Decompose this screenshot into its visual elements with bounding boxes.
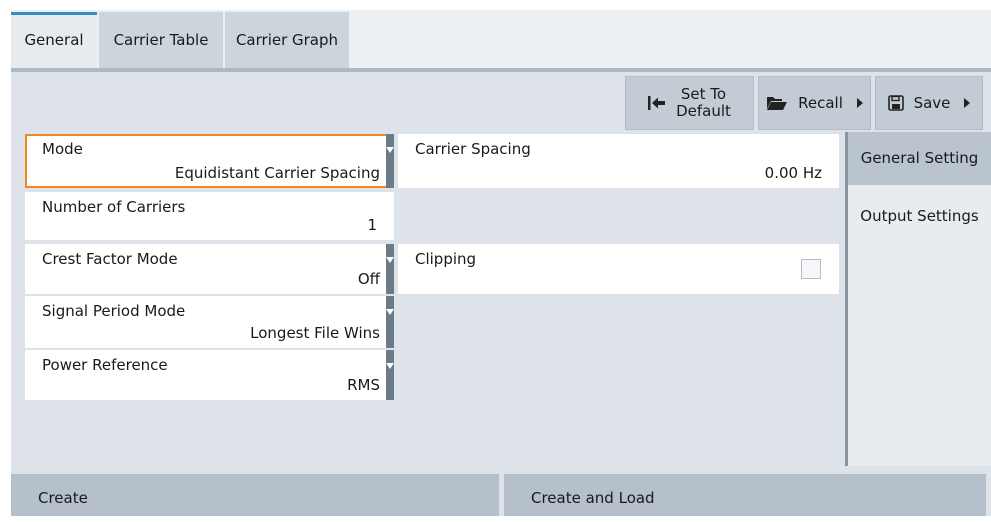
clipping-field: Clipping [398, 244, 839, 294]
save-label: Save [913, 94, 951, 112]
crest-factor-mode-label: Crest Factor Mode [42, 250, 178, 268]
set-to-default-button[interactable]: Set To Default [625, 76, 754, 130]
tab-general[interactable]: General [11, 12, 97, 71]
crest-factor-mode-value: Off [357, 270, 380, 288]
crest-factor-mode-dropdown[interactable]: Crest Factor Mode Off [25, 244, 394, 294]
side-tab-general-setting[interactable]: General Setting [848, 132, 991, 185]
carrier-spacing-field[interactable]: Carrier Spacing 0.00 Hz [398, 134, 839, 188]
mode-label: Mode [42, 140, 83, 158]
power-reference-label: Power Reference [42, 356, 168, 374]
tab-carrier-graph[interactable]: Carrier Graph [225, 12, 349, 68]
save-button[interactable]: Save [875, 76, 983, 130]
power-reference-dropdown[interactable]: Power Reference RMS [25, 350, 394, 400]
number-of-carriers-value: 1 [367, 216, 377, 234]
floppy-disk-icon [887, 95, 904, 111]
side-tab-panel: General Setting Output Settings [845, 132, 991, 466]
mode-dropdown[interactable]: Mode Equidistant Carrier Spacing [25, 134, 394, 188]
dropdown-arrow-icon [386, 350, 394, 400]
side-tab-output-settings[interactable]: Output Settings [848, 190, 991, 243]
set-to-default-icon [648, 96, 666, 110]
recall-label: Recall [798, 94, 843, 112]
recall-button[interactable]: Recall [758, 76, 871, 130]
number-of-carriers-label: Number of Carriers [42, 198, 186, 216]
dropdown-arrow-icon [386, 296, 394, 348]
number-of-carriers-field[interactable]: Number of Carriers 1 [25, 192, 394, 240]
dropdown-arrow-icon [386, 244, 394, 294]
clipping-checkbox[interactable] [801, 259, 821, 279]
folder-open-icon [767, 97, 788, 110]
signal-period-mode-value: Longest File Wins [250, 324, 380, 342]
chevron-right-icon [964, 98, 971, 108]
dropdown-arrow-icon [386, 134, 394, 188]
signal-period-mode-dropdown[interactable]: Signal Period Mode Longest File Wins [25, 296, 394, 348]
chevron-right-icon [856, 98, 863, 108]
tab-carrier-table[interactable]: Carrier Table [99, 12, 223, 68]
power-reference-value: RMS [347, 376, 380, 394]
create-and-load-button[interactable]: Create and Load [504, 474, 986, 516]
mode-value: Equidistant Carrier Spacing [174, 164, 380, 182]
tab-bar: General Carrier Table Carrier Graph [11, 10, 991, 71]
create-button[interactable]: Create [11, 474, 499, 516]
carrier-spacing-value: 0.00 Hz [764, 164, 822, 182]
carrier-spacing-label: Carrier Spacing [415, 140, 531, 158]
clipping-label: Clipping [415, 250, 477, 268]
signal-period-mode-label: Signal Period Mode [42, 302, 186, 320]
set-to-default-label: Set To Default [676, 85, 731, 120]
